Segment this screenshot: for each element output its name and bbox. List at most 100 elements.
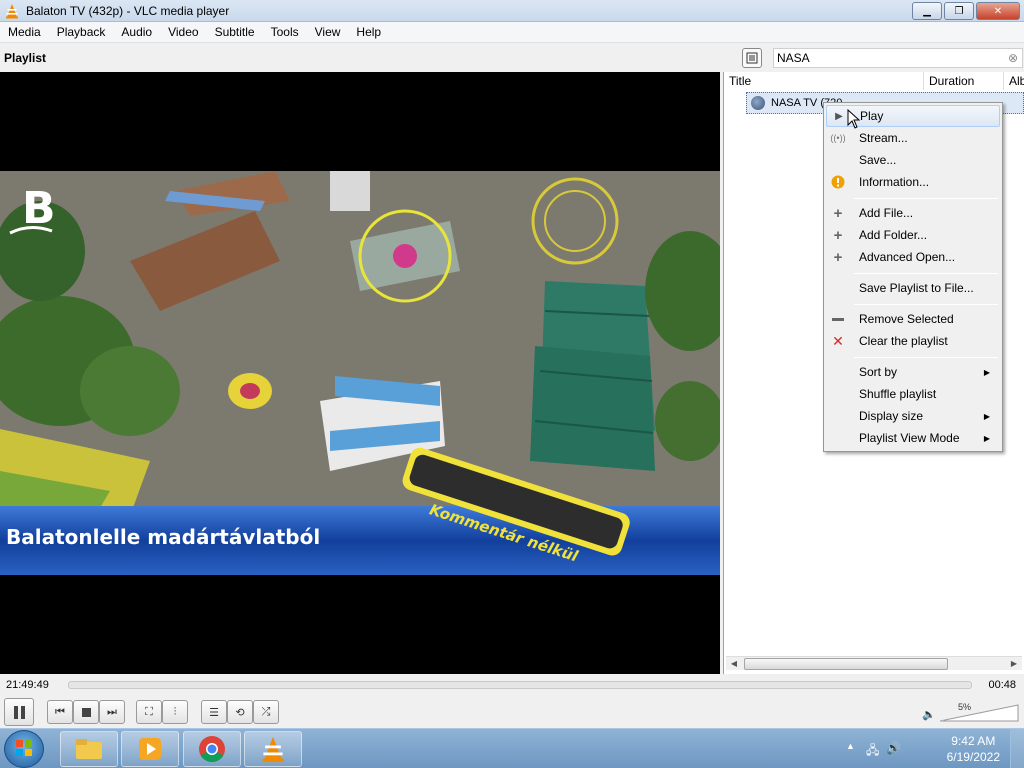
menu-item-stream[interactable]: ((•)) Stream... (826, 127, 1000, 149)
stream-icon: ((•)) (830, 133, 846, 143)
taskbar: ▲ 🖧 🔊 9:42 AM 6/19/2022 (0, 728, 1024, 768)
fullscreen-button[interactable]: ⛶ (136, 700, 162, 724)
restore-icon: ❐ (954, 5, 964, 17)
system-tray: ▲ 🖧 🔊 9:42 AM 6/19/2022 (834, 729, 1024, 768)
playlist-header: Playlist NASA ⊗ (0, 44, 1024, 72)
playlist-title: Playlist (4, 51, 47, 65)
menu-item-remove-selected[interactable]: Remove Selected (826, 308, 1000, 330)
video-overlay-title: Balatonlelle madártávlatból (6, 525, 321, 549)
plus-icon: + (833, 226, 843, 244)
column-duration[interactable]: Duration (924, 72, 1004, 90)
menu-item-add-folder[interactable]: + Add Folder... (826, 224, 1000, 246)
delete-icon: ✕ (832, 332, 844, 349)
next-icon: ⏭ (107, 705, 117, 718)
menu-item-clear-playlist[interactable]: ✕ Clear the playlist (826, 330, 1000, 352)
menu-help[interactable]: Help (348, 22, 389, 43)
video-display[interactable]: B Balatonlelle madártávlatból Kommentár … (0, 72, 720, 674)
folder-icon (76, 739, 102, 759)
speaker-icon[interactable]: 🔈 (922, 708, 936, 721)
playlist-view-button[interactable] (742, 48, 762, 68)
menu-item-shuffle-playlist[interactable]: Shuffle playlist (826, 383, 1000, 405)
previous-button[interactable]: ⏮ (47, 700, 73, 724)
stop-icon (81, 707, 91, 717)
elapsed-time[interactable]: 21:49:49 (6, 679, 49, 691)
close-button[interactable]: ✕ (976, 2, 1020, 20)
window-title: Balaton TV (432p) - VLC media player (26, 3, 230, 18)
minus-icon (830, 312, 846, 326)
menu-view[interactable]: View (307, 22, 349, 43)
extended-settings-button[interactable]: ⫶ (162, 700, 188, 724)
menu-media[interactable]: Media (0, 22, 49, 43)
chrome-icon (199, 736, 225, 763)
loop-button[interactable]: ⟲ (227, 700, 253, 724)
vlc-cone-icon (6, 3, 18, 18)
previous-icon: ⏮ (55, 705, 65, 718)
playlist-icon: ☰ (209, 706, 219, 719)
video-frame: B (0, 171, 720, 575)
playback-controls: ⏮ ⏭ ⛶ ⫶ ☰ ⟲ ⤮ 🔈 5% (0, 696, 1024, 728)
shuffle-button[interactable]: ⤮ (253, 700, 279, 724)
menu-subtitle[interactable]: Subtitle (207, 22, 263, 43)
vlc-cone-icon (262, 736, 284, 763)
taskbar-media-player[interactable] (121, 731, 179, 767)
scrollbar-thumb[interactable] (744, 658, 948, 670)
submenu-arrow-icon: ▶ (983, 433, 990, 443)
clock-date: 6/19/2022 (946, 750, 1000, 764)
seek-slider[interactable] (68, 681, 972, 689)
seek-row: 21:49:49 00:48 (0, 676, 1024, 696)
close-icon: ✕ (993, 5, 1003, 17)
windows-logo-icon (16, 740, 32, 756)
plus-icon: + (833, 248, 843, 266)
menu-item-information[interactable]: Information... (826, 171, 1000, 193)
remaining-time[interactable]: 00:48 (988, 679, 1016, 691)
next-button[interactable]: ⏭ (99, 700, 125, 724)
clock-time: 9:42 AM (951, 734, 996, 748)
loop-icon: ⟲ (235, 706, 245, 719)
menu-item-display-size[interactable]: Display size ▶ (826, 405, 1000, 427)
menu-video[interactable]: Video (160, 22, 206, 43)
taskbar-vlc[interactable] (244, 731, 302, 767)
fullscreen-icon: ⛶ (145, 705, 153, 718)
menu-playback[interactable]: Playback (49, 22, 114, 43)
menu-item-save-playlist[interactable]: Save Playlist to File... (826, 277, 1000, 299)
clear-search-icon[interactable]: ⊗ (1008, 51, 1018, 65)
menu-audio[interactable]: Audio (113, 22, 160, 43)
start-button[interactable] (4, 730, 44, 768)
column-album[interactable]: Alb (1004, 72, 1024, 90)
show-hidden-icons-icon[interactable]: ▲ (846, 741, 855, 751)
taskbar-chrome[interactable] (183, 731, 241, 767)
list-view-icon (746, 52, 758, 64)
pause-button[interactable] (4, 698, 34, 726)
volume-slider[interactable] (940, 704, 1020, 722)
network-icon[interactable]: 🖧 (866, 741, 879, 762)
system-clock[interactable]: 9:42 AM 6/19/2022 (947, 733, 1000, 765)
playlist-context-menu: ▶ Play ((•)) Stream... Save... Informati… (823, 102, 1003, 452)
minimize-button[interactable]: ▁ (912, 2, 942, 20)
stop-button[interactable] (73, 700, 99, 724)
menu-item-advanced-open[interactable]: + Advanced Open... (826, 246, 1000, 268)
volume-tray-icon[interactable]: 🔊 (886, 741, 901, 755)
show-desktop-button[interactable] (1010, 729, 1024, 768)
pause-icon (13, 705, 25, 719)
playlist-search-input[interactable]: NASA ⊗ (773, 48, 1023, 68)
menu-item-add-file[interactable]: + Add File... (826, 202, 1000, 224)
menu-item-save[interactable]: Save... (826, 149, 1000, 171)
scroll-right-icon[interactable]: ▶ (1008, 658, 1020, 670)
playlist-toggle-button[interactable]: ☰ (201, 700, 227, 724)
restore-button[interactable]: ❐ (944, 2, 974, 20)
submenu-arrow-icon: ▶ (983, 367, 990, 377)
equalizer-icon: ⫶ (173, 705, 177, 718)
menu-item-sort-by[interactable]: Sort by ▶ (826, 361, 1000, 383)
playlist-horizontal-scrollbar[interactable]: ◀ ▶ (726, 656, 1022, 670)
search-value: NASA (777, 51, 810, 65)
minimize-icon: ▁ (923, 5, 931, 17)
taskbar-explorer[interactable] (60, 731, 118, 767)
menu-tools[interactable]: Tools (263, 22, 307, 43)
media-globe-icon (751, 96, 765, 110)
menu-item-playlist-view-mode[interactable]: Playlist View Mode ▶ (826, 427, 1000, 449)
column-title[interactable]: Title (724, 72, 924, 90)
title-bar: Balaton TV (432p) - VLC media player ▁ ❐… (0, 0, 1024, 22)
scroll-left-icon[interactable]: ◀ (728, 658, 740, 670)
media-player-icon (139, 738, 161, 760)
plus-icon: + (833, 204, 843, 222)
